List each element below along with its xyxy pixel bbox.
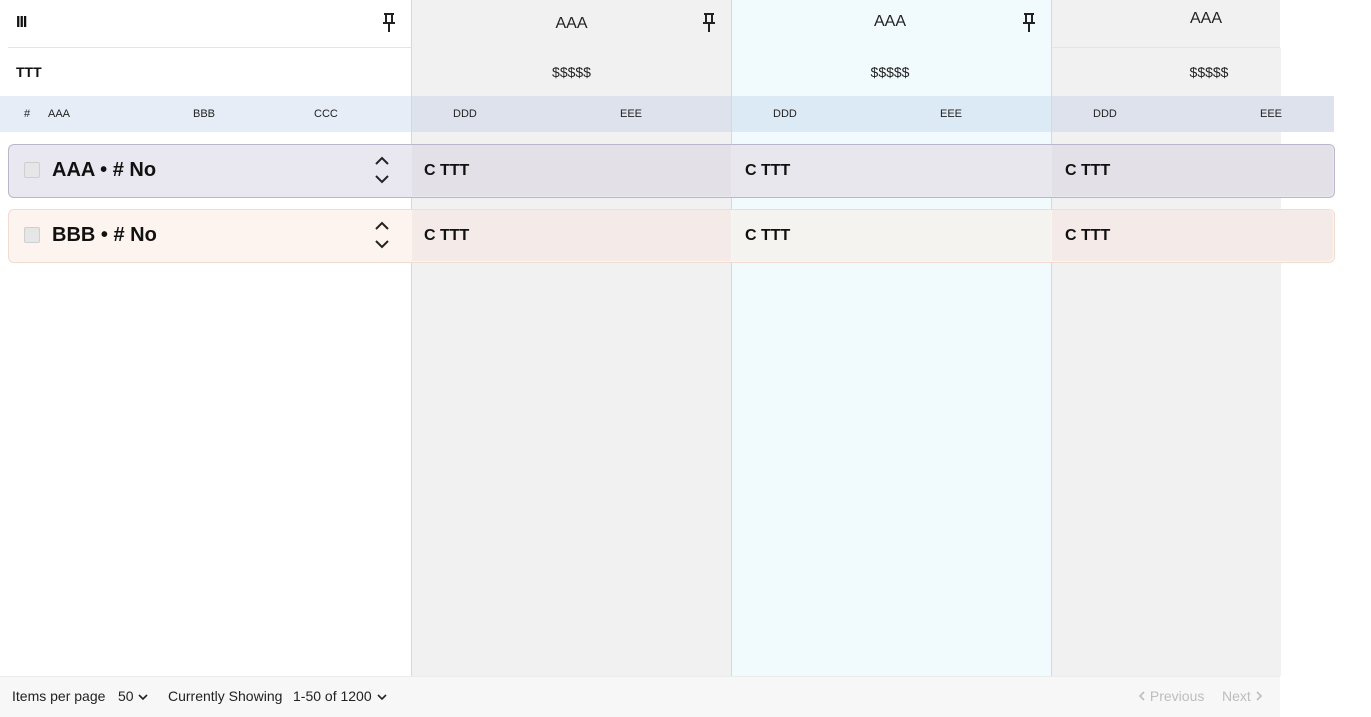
column-header-eee[interactable]: EEE bbox=[620, 108, 642, 120]
showing-range-select[interactable]: 1-50 of 1200 bbox=[293, 688, 387, 704]
header-divider bbox=[1052, 47, 1280, 48]
row-title: AAA • # No bbox=[52, 159, 157, 181]
chevron-left-icon bbox=[1138, 691, 1145, 701]
row-title: BBB • # No bbox=[52, 224, 157, 246]
column-menu-icon[interactable]: III bbox=[16, 14, 32, 32]
pin-icon[interactable] bbox=[700, 12, 718, 34]
table-cell: C TTT bbox=[1065, 227, 1111, 244]
table-cell: C TTT bbox=[745, 162, 791, 179]
column-3-price: $$$$$ bbox=[1189, 64, 1229, 80]
previous-label: Previous bbox=[1149, 688, 1205, 704]
chevron-down-icon bbox=[376, 694, 387, 701]
expand-collapse-icon[interactable] bbox=[374, 156, 390, 184]
previous-button[interactable]: Previous bbox=[1138, 688, 1204, 704]
column-header-number[interactable]: # bbox=[24, 108, 30, 120]
items-per-page-label: Items per page bbox=[12, 688, 106, 704]
row-checkbox[interactable] bbox=[24, 162, 40, 178]
column-1-price: $$$$$ bbox=[552, 64, 591, 80]
table-cell: C TTT bbox=[745, 227, 791, 244]
showing-range-value: 1-50 of 1200 bbox=[293, 688, 372, 704]
table-cell: C TTT bbox=[424, 227, 470, 244]
items-per-page-value: 50 bbox=[118, 688, 134, 704]
section-label: TTT bbox=[16, 64, 42, 80]
next-label: Next bbox=[1222, 688, 1251, 704]
column-header-ddd[interactable]: DDD bbox=[453, 108, 477, 120]
column-2-title: AAA bbox=[873, 13, 906, 30]
column-header-bbb[interactable]: BBB bbox=[193, 108, 215, 120]
column-header-aaa[interactable]: AAA bbox=[48, 108, 70, 120]
chevron-down-icon bbox=[138, 694, 149, 701]
column-header-eee[interactable]: EEE bbox=[1260, 108, 1282, 120]
pin-icon[interactable] bbox=[380, 12, 398, 34]
column-2-price: $$$$$ bbox=[870, 64, 910, 80]
items-per-page-select[interactable]: 50 bbox=[118, 688, 149, 704]
column-header-eee[interactable]: EEE bbox=[940, 108, 962, 120]
column-header-ddd[interactable]: DDD bbox=[773, 108, 797, 120]
row-checkbox[interactable] bbox=[24, 227, 40, 243]
column-header-ddd[interactable]: DDD bbox=[1093, 108, 1117, 120]
showing-label: Currently Showing bbox=[168, 688, 283, 704]
table-cell: C TTT bbox=[424, 162, 470, 179]
column-1-title: AAA bbox=[555, 15, 588, 32]
expand-collapse-icon[interactable] bbox=[374, 221, 390, 249]
pin-icon[interactable] bbox=[1020, 12, 1038, 34]
column-3-title: AAA bbox=[1189, 10, 1222, 27]
chevron-right-icon bbox=[1256, 691, 1262, 701]
column-header-ccc[interactable]: CCC bbox=[314, 108, 338, 120]
table-cell: C TTT bbox=[1065, 162, 1111, 179]
header-divider bbox=[8, 47, 411, 48]
next-button[interactable]: Next bbox=[1222, 688, 1263, 704]
